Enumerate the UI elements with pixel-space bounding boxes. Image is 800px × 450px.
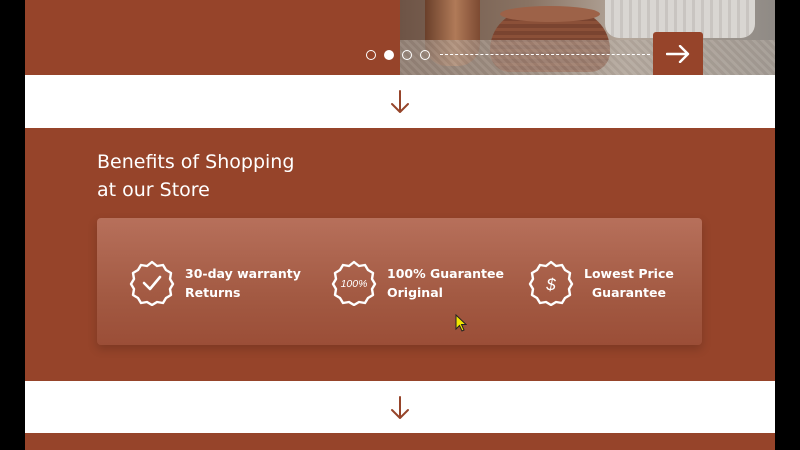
benefits-title-line1: Benefits of Shopping	[97, 151, 295, 173]
percent-badge-icon: 100%	[331, 260, 377, 306]
arrow-down-icon	[391, 396, 409, 419]
next-section-top	[25, 433, 775, 450]
scroll-down-button-2[interactable]	[25, 394, 775, 422]
hero-image	[400, 0, 775, 75]
benefit-price: $ Lowest Price Guarantee	[528, 258, 674, 308]
benefits-section: Benefits of Shopping at our Store 30-day…	[25, 128, 775, 381]
rug-graphic	[400, 40, 775, 75]
benefits-title: Benefits of Shopping at our Store	[97, 148, 357, 204]
carousel-next-button[interactable]	[653, 32, 703, 75]
benefit-warranty-line2: Returns	[185, 285, 241, 300]
benefit-warranty-label: 30-day warranty Returns	[185, 264, 301, 302]
arrow-right-icon	[666, 44, 690, 63]
dollar-badge-icon: $	[528, 260, 574, 306]
benefits-title-line2: at our Store	[97, 179, 210, 201]
arrow-down-icon	[391, 90, 409, 113]
mouse-cursor-icon	[455, 314, 467, 332]
hero-section	[25, 0, 775, 75]
benefit-warranty: 30-day warranty Returns	[129, 258, 301, 308]
page-frame: Benefits of Shopping at our Store 30-day…	[25, 0, 775, 450]
benefit-original-line1: 100% Guarantee	[387, 266, 504, 281]
check-badge-icon	[129, 260, 175, 306]
benefit-original: 100% 100% Guarantee Original	[331, 258, 504, 308]
benefit-price-line1: Lowest Price	[584, 266, 674, 281]
table-top-graphic	[500, 6, 600, 22]
badge-dollar-text: $	[545, 275, 556, 294]
carousel-dots	[366, 48, 430, 62]
carousel-dot-4[interactable]	[420, 50, 430, 60]
carousel-progress-line	[440, 54, 650, 55]
badge-100-text: 100%	[341, 278, 368, 290]
benefit-original-label: 100% Guarantee Original	[387, 264, 504, 302]
benefit-original-line2: Original	[387, 285, 443, 300]
carousel-dot-2[interactable]	[384, 50, 394, 60]
benefit-price-label: Lowest Price Guarantee	[584, 264, 674, 302]
carousel-dot-1[interactable]	[366, 50, 376, 60]
carousel-dot-3[interactable]	[402, 50, 412, 60]
scroll-down-button[interactable]	[25, 88, 775, 116]
benefits-card: 30-day warranty Returns 100% 100% Guaran…	[97, 218, 702, 345]
benefit-warranty-line1: 30-day warranty	[185, 266, 301, 281]
benefit-price-line2: Guarantee	[591, 285, 666, 300]
